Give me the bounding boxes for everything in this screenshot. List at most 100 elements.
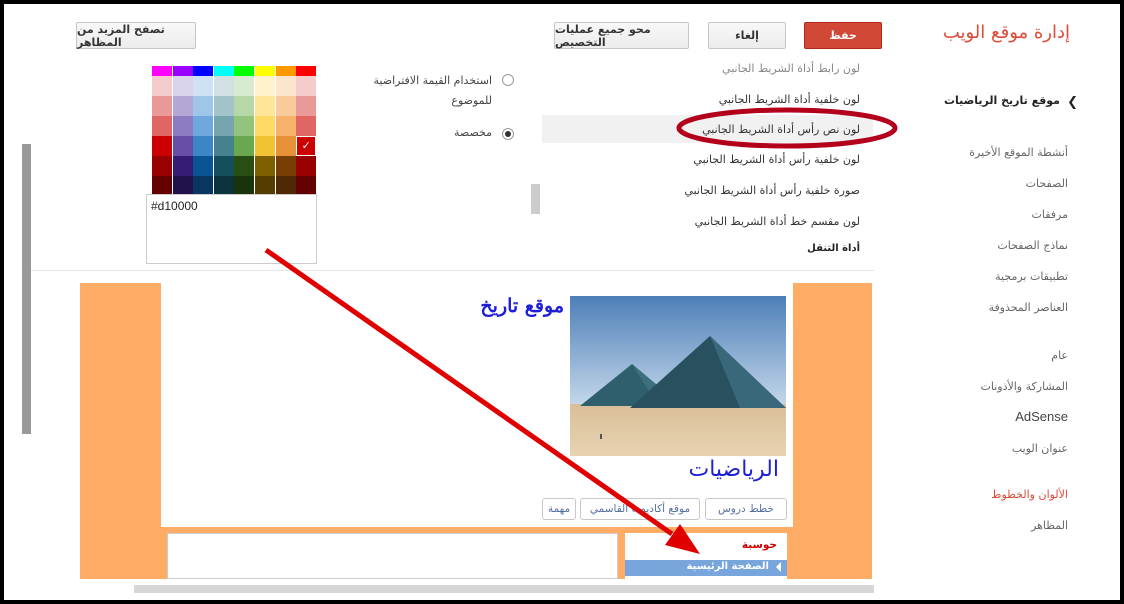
color-swatch[interactable] bbox=[234, 96, 255, 116]
color-swatch[interactable] bbox=[234, 176, 255, 194]
property-item-partial[interactable]: لون رابط أداة الشريط الجانبي bbox=[722, 62, 860, 75]
cancel-button[interactable]: إلغاء bbox=[708, 22, 786, 49]
color-swatch[interactable] bbox=[255, 156, 275, 176]
default-theme-label: استخدام القيمة الافتراضية للموضوع bbox=[373, 74, 492, 107]
color-swatch[interactable] bbox=[172, 176, 193, 194]
sidebar-item-deleted-items[interactable]: العناصر المحذوفة bbox=[989, 301, 1068, 314]
color-swatch[interactable] bbox=[213, 116, 234, 136]
color-swatch[interactable] bbox=[255, 176, 275, 194]
color-swatch[interactable] bbox=[152, 116, 172, 136]
sidebar-item-apps-scripts[interactable]: تطبيقات برمجية bbox=[995, 270, 1068, 283]
color-swatch[interactable] bbox=[172, 156, 193, 176]
color-swatch[interactable] bbox=[296, 156, 317, 176]
color-swatch[interactable] bbox=[213, 76, 234, 96]
color-swatch[interactable] bbox=[234, 116, 255, 136]
preview-nav-tab[interactable]: خطط دروس bbox=[705, 498, 787, 520]
hex-color-input[interactable]: #d10000 bbox=[146, 194, 317, 264]
sidebar-item-page-templates[interactable]: نماذج الصفحات bbox=[997, 239, 1068, 252]
color-swatch[interactable] bbox=[193, 66, 214, 76]
color-swatch[interactable] bbox=[296, 176, 317, 194]
preview-content-area bbox=[167, 533, 618, 579]
color-swatch[interactable] bbox=[213, 66, 234, 76]
color-swatch[interactable] bbox=[152, 156, 172, 176]
color-swatch[interactable] bbox=[275, 96, 296, 116]
color-swatch[interactable] bbox=[172, 96, 193, 116]
sidebar-item-general[interactable]: عام bbox=[1051, 349, 1068, 362]
color-swatch[interactable] bbox=[234, 156, 255, 176]
color-swatch[interactable] bbox=[193, 96, 214, 116]
sidebar-item-themes[interactable]: المظاهر bbox=[1031, 519, 1068, 532]
color-swatch[interactable] bbox=[213, 156, 234, 176]
default-theme-radio[interactable] bbox=[502, 74, 514, 86]
property-item-selected[interactable]: لون نص رأس أداة الشريط الجانبي bbox=[702, 123, 860, 136]
sidebar-item-pages[interactable]: الصفحات bbox=[1026, 177, 1068, 190]
property-list-scrollbar[interactable] bbox=[531, 184, 540, 214]
color-swatch[interactable] bbox=[234, 66, 255, 76]
preview-nav-tab[interactable]: موقع أكاديمية القاسمي bbox=[580, 498, 700, 520]
color-swatch[interactable] bbox=[152, 176, 172, 194]
chevron-left-icon: ❮ bbox=[1067, 95, 1078, 110]
color-swatch[interactable] bbox=[255, 136, 275, 156]
sidebar-item-adsense[interactable]: AdSense bbox=[1015, 409, 1068, 424]
color-swatch[interactable] bbox=[255, 96, 275, 116]
color-swatch[interactable] bbox=[193, 136, 214, 156]
color-swatch[interactable] bbox=[152, 66, 172, 76]
color-swatch[interactable] bbox=[172, 76, 193, 96]
color-swatch[interactable] bbox=[152, 96, 172, 116]
sidebar-site-name[interactable]: موقع تاريخ الرياضيات bbox=[944, 94, 1060, 107]
color-swatch[interactable] bbox=[234, 136, 255, 156]
browse-themes-button[interactable]: تصفح المزيد من المظاهر bbox=[76, 22, 196, 49]
color-swatch[interactable] bbox=[296, 66, 317, 76]
property-item[interactable]: لون خلفية رأس أداة الشريط الجانبي bbox=[693, 153, 860, 166]
color-swatch[interactable] bbox=[275, 66, 296, 76]
color-swatch[interactable] bbox=[275, 136, 296, 156]
preview-nav-tab[interactable]: مهمة bbox=[542, 498, 576, 520]
color-swatch[interactable] bbox=[193, 76, 214, 96]
color-swatch[interactable] bbox=[296, 96, 317, 116]
color-swatch[interactable] bbox=[213, 136, 234, 156]
color-swatch[interactable]: ✓ bbox=[296, 136, 317, 156]
color-swatch[interactable] bbox=[193, 116, 214, 136]
custom-color-label: مخصصة bbox=[454, 126, 492, 139]
color-swatch[interactable] bbox=[234, 76, 255, 96]
property-item[interactable]: لون خلفية أداة الشريط الجانبي bbox=[719, 93, 860, 106]
color-swatch[interactable] bbox=[275, 76, 296, 96]
color-swatch[interactable] bbox=[193, 156, 214, 176]
color-swatch[interactable] bbox=[275, 116, 296, 136]
horizontal-scrollbar[interactable] bbox=[134, 585, 874, 593]
sidebar-item-sharing[interactable]: المشاركة والأذونات bbox=[981, 380, 1069, 393]
color-swatch[interactable] bbox=[172, 116, 193, 136]
color-swatch[interactable] bbox=[172, 66, 193, 76]
preview-sidebar-link-row[interactable]: الصفحة الرئيسية bbox=[625, 560, 787, 576]
color-swatch[interactable] bbox=[275, 156, 296, 176]
color-swatch[interactable] bbox=[172, 136, 193, 156]
section-heading-navigation: أداة التنقل bbox=[807, 243, 860, 254]
sidebar-item-colors-fonts[interactable]: الألوان والخطوط bbox=[991, 488, 1068, 501]
preview-sidebar-link[interactable]: الصفحة الرئيسية bbox=[686, 561, 769, 572]
color-swatch[interactable] bbox=[193, 176, 214, 194]
color-swatch[interactable] bbox=[255, 66, 275, 76]
color-swatch[interactable] bbox=[275, 176, 296, 194]
app-title: إدارة موقع الويب bbox=[942, 22, 1070, 43]
sidebar-item-web-address[interactable]: عنوان الويب bbox=[1012, 442, 1068, 455]
color-swatch[interactable] bbox=[213, 96, 234, 116]
color-swatch[interactable] bbox=[152, 76, 172, 96]
property-item[interactable]: لون مقسم خط أداة الشريط الجانبي bbox=[695, 215, 860, 228]
color-swatch[interactable] bbox=[296, 116, 317, 136]
sidebar-item-recent-activity[interactable]: أنشطة الموقع الأخيرة bbox=[969, 146, 1068, 159]
preview-site-subtitle: الرياضيات bbox=[688, 457, 779, 482]
color-swatch[interactable] bbox=[255, 76, 275, 96]
property-list: لون رابط أداة الشريط الجانبي لون خلفية أ… bbox=[542, 62, 874, 266]
property-item[interactable]: صورة خلفية رأس أداة الشريط الجانبي bbox=[684, 184, 860, 197]
section-divider bbox=[31, 270, 874, 271]
color-swatch[interactable] bbox=[255, 116, 275, 136]
save-button[interactable]: حفظ bbox=[804, 22, 882, 49]
panel-scrollbar[interactable] bbox=[22, 144, 31, 434]
color-swatch[interactable] bbox=[296, 76, 317, 96]
sidebar-item-attachments[interactable]: مرفقات bbox=[1032, 208, 1069, 221]
custom-color-radio[interactable] bbox=[502, 128, 514, 140]
color-swatch[interactable] bbox=[152, 136, 172, 156]
preview-sidebar-heading: حوسبة bbox=[741, 539, 777, 551]
color-swatch[interactable] bbox=[213, 176, 234, 194]
clear-customizations-button[interactable]: محو جميع عمليات التخصيص bbox=[554, 22, 689, 49]
